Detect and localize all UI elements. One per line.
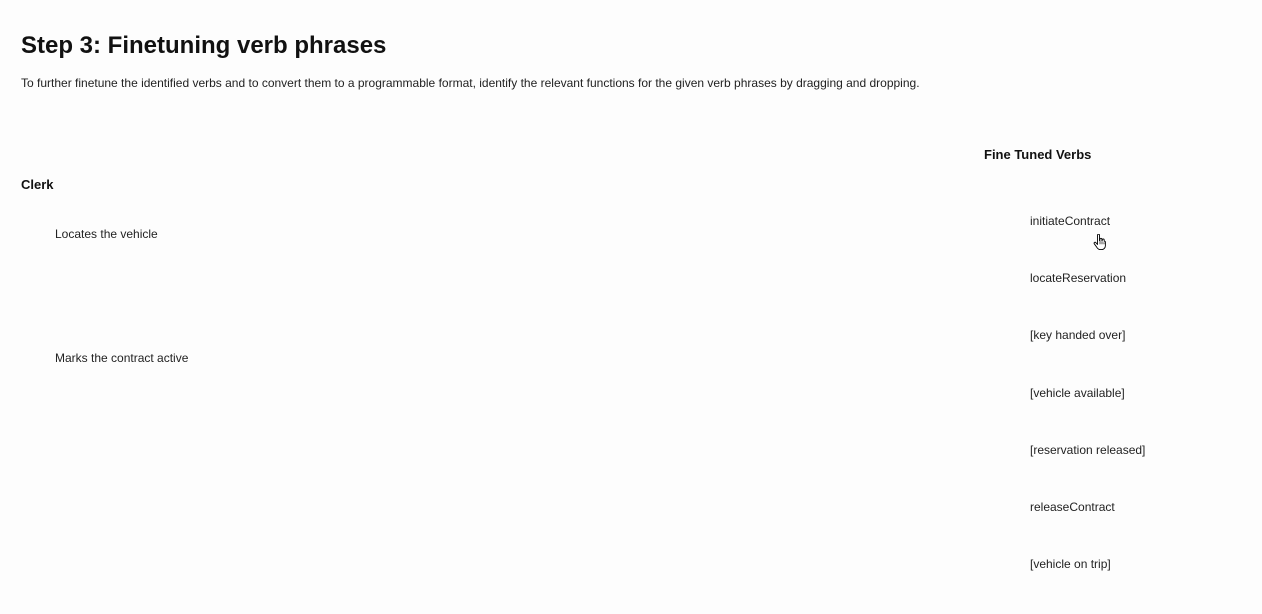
draggable-verb-item[interactable]: initiateContract — [1030, 214, 1145, 271]
hand-pointer-icon — [1093, 234, 1106, 250]
actor-title: Clerk — [21, 177, 54, 192]
page-title: Step 3: Finetuning verb phrases — [21, 32, 387, 59]
draggable-verb-item[interactable]: [reservation released] — [1030, 443, 1145, 500]
instructions-text: To further finetune the identified verbs… — [21, 76, 920, 90]
verb-phrase-drop-target[interactable]: Marks the contract active — [55, 351, 188, 366]
fine-tuned-verbs-list: initiateContract locateReservation [key … — [1030, 214, 1145, 614]
draggable-verb-item[interactable]: [key handed over] — [1030, 328, 1145, 385]
draggable-verb-item[interactable]: locateReservation — [1030, 271, 1145, 328]
fine-tuned-verbs-title: Fine Tuned Verbs — [984, 147, 1092, 162]
verb-phrase-drop-target[interactable]: Locates the vehicle — [55, 227, 158, 242]
draggable-verb-item[interactable]: [vehicle available] — [1030, 386, 1145, 443]
draggable-verb-item[interactable]: [vehicle on trip] — [1030, 557, 1145, 614]
draggable-verb-item[interactable]: releaseContract — [1030, 500, 1145, 557]
